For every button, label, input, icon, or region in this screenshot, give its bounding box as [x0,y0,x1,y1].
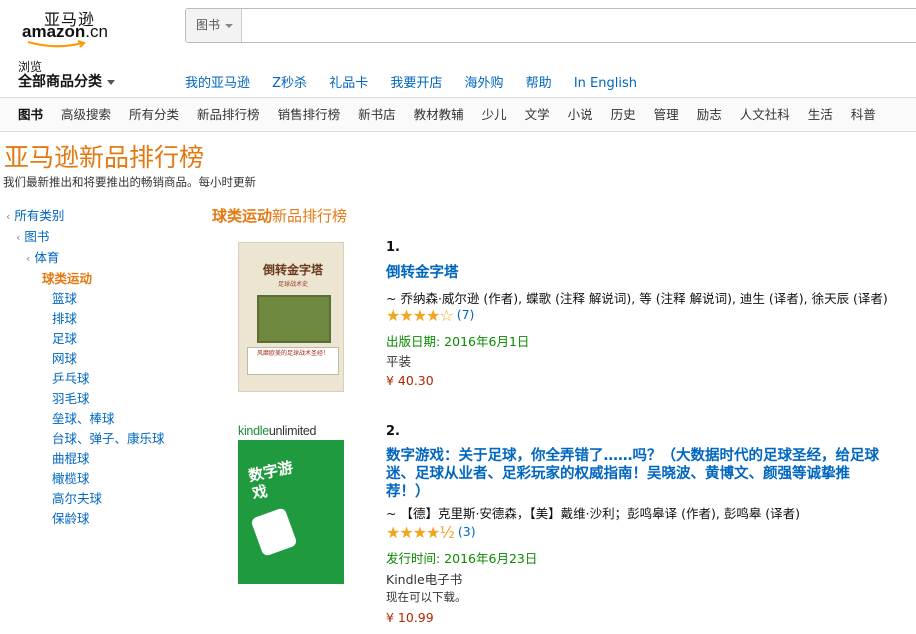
item-date-2: 发行时间: 2016年6月23日 [386,551,538,566]
subnav-textbooks[interactable]: 教材教辅 [414,98,464,131]
tree-bowling[interactable]: 保龄球 [52,511,90,526]
tree-current-category: 球类运动 [42,271,93,286]
nav-gift-card[interactable]: 礼品卡 [329,76,368,91]
subnav-literature[interactable]: 文学 [525,98,550,131]
tree-badminton[interactable]: 羽毛球 [52,391,90,406]
nav-help[interactable]: 帮助 [526,76,552,91]
search-input[interactable] [243,9,916,44]
item-authors-1: ~ 乔纳森·威尔逊 (作者), 蝶歌 (注释 解说词), 等 (注释 解说词),… [386,291,888,306]
subnav-new-releases[interactable]: 新品排行榜 [197,98,260,131]
item-title-1[interactable]: 倒转金字塔 [386,264,886,282]
tree-softball-baseball[interactable]: 垒球、棒球 [52,411,115,426]
kindle-unlimited-logo: kindleunlimited [238,422,344,440]
category-subnav: 图书 高级搜索 所有分类 新品排行榜 销售排行榜 新书店 教材教辅 少儿 文学 小说 历史 管理 励志人… [0,97,916,132]
subnav-new-books[interactable]: 新书店 [358,98,396,131]
cover-band: 风靡欧美的足球战术圣经！ [247,347,339,375]
tree-all-categories[interactable]: 所有类别 [14,208,64,223]
subnav-self-help[interactable]: 励志 [697,98,722,131]
item-availability-2: 现在可以下载。 [386,590,467,604]
nav-z-deals[interactable]: Z秒杀 [272,76,307,91]
subnav-science[interactable]: 科普 [851,98,876,131]
item-price-1: ¥ 40.30 [386,373,434,388]
item-price-2: ¥ 10.99 [386,610,434,625]
nav-my-amazon[interactable]: 我的亚马逊 [185,76,250,91]
item-rank-1: 1. [386,240,400,255]
star-rating-icon: ★★★★½ [386,523,455,542]
review-count-2[interactable]: (3) [458,524,476,539]
item-date-1: 出版日期: 2016年6月1日 [386,334,530,349]
subnav-humanities[interactable]: 人文社科 [740,98,790,131]
section-title: 球类运动新品排行榜 [212,207,348,225]
logo-en: amazon.cn [22,22,108,41]
chevron-left-icon: ‹ [16,231,21,244]
tree-books[interactable]: 图书 [24,229,49,244]
page-subtitle: 我们最新推出和将要推出的畅销商品。每小时更新 [3,175,256,189]
subnav-bestsellers[interactable]: 销售排行榜 [278,98,341,131]
subnav-all-categories[interactable]: 所有分类 [129,98,179,131]
chevron-down-icon [225,24,233,28]
all-categories-menu: 全部商品分类 [18,74,115,91]
browse-label: 浏览 [18,60,43,74]
subnav-fiction[interactable]: 小说 [568,98,593,131]
nav-global[interactable]: 海外购 [465,76,504,91]
smile-icon [27,40,86,48]
tree-hockey[interactable]: 曲棍球 [52,451,90,466]
subnav-management[interactable]: 管理 [654,98,679,131]
book-cover-2[interactable]: kindleunlimited 数字游戏 [238,422,344,584]
tree-billiards[interactable]: 台球、弹子、康乐球 [52,431,165,446]
chevron-left-icon: ‹ [26,252,31,265]
star-rating-icon: ★★★★☆ [386,306,454,325]
cover-title: 倒转金字塔 [262,263,323,277]
review-count-1[interactable]: (7) [457,307,475,322]
subnav-life[interactable]: 生活 [808,98,833,131]
page-title: 亚马逊新品排行榜 [4,143,205,172]
caret-down-icon [107,79,115,85]
nav-english[interactable]: In English [574,76,637,91]
search-bar: 图书 [185,8,916,44]
subnav-history[interactable]: 历史 [611,98,636,131]
book-cover-1[interactable]: 倒转金字塔 足球战术史 风靡欧美的足球战术圣经！ [238,242,344,392]
amazon-logo[interactable]: 亚马逊 amazon.cn [22,6,120,48]
search-category-label: 图书 [196,18,221,32]
item-rating-2[interactable]: ★★★★½ (3) [386,523,476,542]
nav-sell[interactable]: 我要开店 [390,76,442,91]
cover-title: 数字游戏 [246,458,295,503]
tree-rugby[interactable]: 橄榄球 [52,471,90,486]
tree-golf[interactable]: 高尔夫球 [52,491,102,506]
pitch-illustration [257,295,331,343]
browse-all-categories[interactable]: 浏览 全部商品分类 [18,60,115,91]
category-tree: ‹ 所有类别 ‹ 图书 ‹ 体育 球类运动 篮球 排球 足球 网球 乒乓球 羽毛球 垒… [0,206,165,529]
top-nav: 我的亚马逊 Z秒杀 礼品卡 我要开店 海外购 帮助 In English [185,72,655,91]
item-title-2[interactable]: 数字游戏：关于足球，你全弄错了……吗？（大数据时代的足球圣经，给足球迷、足球从业… [386,447,886,501]
tree-tennis[interactable]: 网球 [52,351,77,366]
item-format-1: 平装 [386,354,412,369]
chevron-left-icon: ‹ [6,210,11,223]
search-category-dropdown[interactable]: 图书 [186,9,242,42]
tree-volleyball[interactable]: 排球 [52,311,77,326]
item-rank-2: 2. [386,424,400,439]
tree-table-tennis[interactable]: 乒乓球 [52,371,90,386]
subnav-books[interactable]: 图书 [18,98,43,131]
tree-basketball[interactable]: 篮球 [52,291,77,306]
subnav-advanced-search[interactable]: 高级搜索 [61,98,111,131]
tree-football[interactable]: 足球 [52,331,77,346]
boot-illustration [250,507,298,557]
subnav-children[interactable]: 少儿 [482,98,507,131]
item-rating-1[interactable]: ★★★★☆ (7) [386,306,475,325]
tree-sports[interactable]: 体育 [34,250,59,265]
cover-subtitle: 足球战术史 [277,281,308,288]
item-authors-2: ~ 【德】克里斯·安德森，【美】戴维·沙利；彭鸣皋译 (作者), 彭鸣皋 (译者… [386,506,801,521]
item-format-2: Kindle电子书 [386,572,463,587]
